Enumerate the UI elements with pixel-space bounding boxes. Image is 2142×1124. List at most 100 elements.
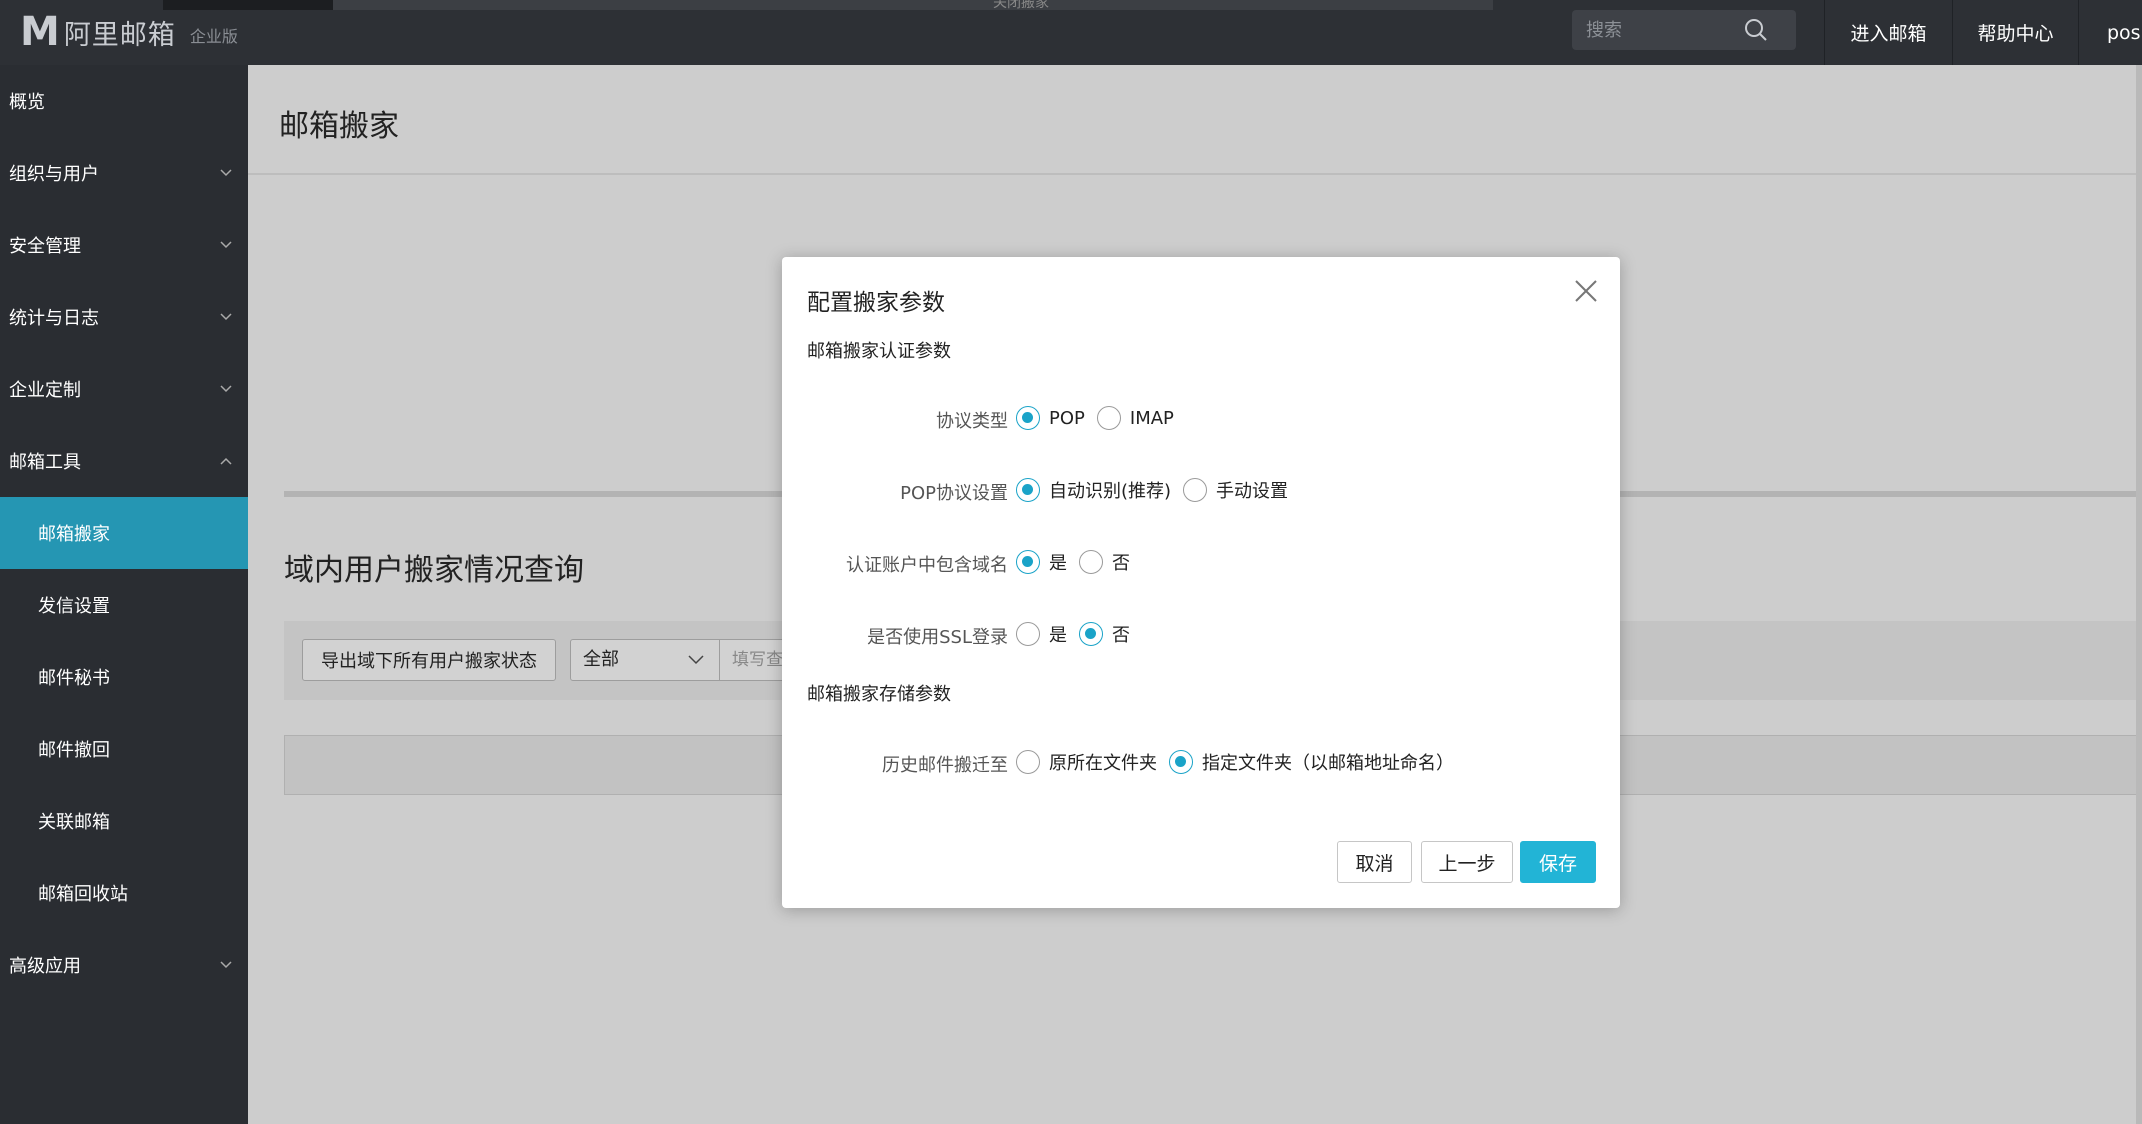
sidebar-item-linked-mailbox[interactable]: 关联邮箱 bbox=[0, 785, 248, 857]
sidebar-item-mail-migration[interactable]: 邮箱搬家 bbox=[0, 497, 248, 569]
top-tab-active[interactable] bbox=[163, 0, 333, 10]
radio-label: 是 bbox=[1049, 625, 1067, 646]
sidebar-item-label: 概览 bbox=[9, 92, 45, 113]
radio-button[interactable] bbox=[1096, 406, 1121, 430]
title-divider bbox=[248, 173, 2136, 175]
radio-label: 指定文件夹（以邮箱地址命名） bbox=[1202, 753, 1454, 774]
radio-option-pop[interactable]: POP bbox=[1016, 406, 1085, 430]
radio-button[interactable] bbox=[1169, 750, 1193, 774]
field-label: 协议类型 bbox=[936, 411, 1008, 432]
ssl-login-row: 是否使用SSL登录 是 否 bbox=[782, 619, 1620, 649]
radio-button[interactable] bbox=[1016, 478, 1040, 502]
logo-mark: M bbox=[20, 9, 60, 55]
top-header: 关闭搬家 M 阿里邮箱 企业版 进入邮箱 帮助中心 pos bbox=[0, 0, 2142, 65]
chevron-down-icon bbox=[220, 961, 232, 969]
logo[interactable]: M 阿里邮箱 企业版 bbox=[20, 12, 238, 52]
chevron-down-icon bbox=[220, 169, 232, 177]
radio-option-auto[interactable]: 自动识别(推荐) bbox=[1016, 477, 1171, 503]
radio-option-imap[interactable]: IMAP bbox=[1096, 406, 1174, 430]
sidebar-item-label: 邮箱回收站 bbox=[38, 884, 128, 905]
radio-option-no[interactable]: 否 bbox=[1079, 549, 1130, 575]
sidebar-item-recycle-bin[interactable]: 邮箱回收站 bbox=[0, 857, 248, 929]
user-account-link[interactable]: pos bbox=[2078, 0, 2142, 65]
sidebar-item-label: 邮件秘书 bbox=[38, 668, 110, 689]
status-filter-select[interactable]: 全部 bbox=[570, 639, 720, 681]
radio-label: 否 bbox=[1112, 625, 1130, 646]
sidebar-item-label: 邮箱搬家 bbox=[38, 524, 110, 545]
chevron-down-icon bbox=[688, 655, 704, 665]
sidebar-item-overview[interactable]: 概览 bbox=[0, 65, 248, 137]
radio-label: 手动设置 bbox=[1216, 481, 1289, 502]
config-migration-dialog: 配置搬家参数 邮箱搬家认证参数 协议类型 POP IMAP POP协议设置 自动… bbox=[782, 257, 1620, 908]
export-status-button[interactable]: 导出域下所有用户搬家状态 bbox=[302, 639, 556, 681]
field-label: POP协议设置 bbox=[900, 483, 1008, 504]
radio-label: IMAP bbox=[1129, 407, 1174, 429]
top-tab-strip: 关闭搬家 bbox=[163, 0, 1493, 11]
query-input[interactable]: 填写查 bbox=[720, 639, 790, 681]
chevron-up-icon bbox=[220, 457, 232, 465]
previous-step-button[interactable]: 上一步 bbox=[1421, 841, 1513, 883]
sidebar-item-security[interactable]: 安全管理 bbox=[0, 209, 248, 281]
field-label: 历史邮件搬迁至 bbox=[882, 755, 1008, 776]
radio-option-no[interactable]: 否 bbox=[1079, 621, 1130, 647]
sidebar-item-label: 安全管理 bbox=[9, 236, 81, 257]
radio-button[interactable] bbox=[1016, 550, 1040, 574]
sidebar-item-label: 高级应用 bbox=[9, 956, 81, 977]
radio-option-yes[interactable]: 是 bbox=[1016, 549, 1067, 575]
search-icon[interactable] bbox=[1744, 18, 1768, 42]
radio-label: 自动识别(推荐) bbox=[1049, 481, 1172, 502]
enter-mailbox-link[interactable]: 进入邮箱 bbox=[1824, 0, 1952, 65]
page-title: 邮箱搬家 bbox=[279, 109, 399, 144]
account-domain-row: 认证账户中包含域名 是 否 bbox=[782, 547, 1620, 577]
radio-label: 否 bbox=[1112, 553, 1130, 574]
sidebar-item-customization[interactable]: 企业定制 bbox=[0, 353, 248, 425]
protocol-type-row: 协议类型 POP IMAP bbox=[782, 403, 1620, 433]
sidebar-item-label: 企业定制 bbox=[9, 380, 81, 401]
radio-button[interactable] bbox=[1079, 550, 1103, 574]
chevron-down-icon bbox=[220, 241, 232, 249]
sidebar-item-advanced[interactable]: 高级应用 bbox=[0, 929, 248, 1001]
top-strip-text: 关闭搬家 bbox=[993, 0, 1049, 11]
radio-label: 是 bbox=[1049, 553, 1067, 574]
search-box[interactable] bbox=[1572, 10, 1796, 50]
radio-button[interactable] bbox=[1079, 622, 1103, 646]
radio-button[interactable] bbox=[1016, 406, 1040, 430]
radio-button[interactable] bbox=[1016, 622, 1040, 646]
save-button[interactable]: 保存 bbox=[1520, 841, 1596, 883]
radio-option-manual[interactable]: 手动设置 bbox=[1183, 477, 1288, 503]
status-filter-value: 全部 bbox=[583, 649, 619, 670]
sidebar: 概览 组织与用户 安全管理 统计与日志 企业定制 邮箱工具 邮箱搬家 发信设置 … bbox=[0, 65, 248, 1124]
logo-edition: 企业版 bbox=[189, 27, 238, 46]
auth-section-title: 邮箱搬家认证参数 bbox=[807, 341, 951, 362]
sidebar-item-label: 发信设置 bbox=[38, 596, 110, 617]
radio-option-yes[interactable]: 是 bbox=[1016, 621, 1067, 647]
sidebar-item-mail-secretary[interactable]: 邮件秘书 bbox=[0, 641, 248, 713]
radio-option-named-folder[interactable]: 指定文件夹（以邮箱地址命名） bbox=[1169, 749, 1454, 775]
radio-button[interactable] bbox=[1016, 750, 1040, 774]
radio-option-original-folder[interactable]: 原所在文件夹 bbox=[1016, 749, 1157, 775]
sidebar-item-label: 邮箱工具 bbox=[9, 452, 81, 473]
sidebar-item-label: 组织与用户 bbox=[9, 164, 99, 185]
sidebar-item-mail-tools[interactable]: 邮箱工具 bbox=[0, 425, 248, 497]
sidebar-item-label: 统计与日志 bbox=[9, 308, 99, 329]
scrollbar-track[interactable] bbox=[2136, 65, 2142, 1124]
cancel-button[interactable]: 取消 bbox=[1337, 841, 1412, 883]
sidebar-item-mail-recall[interactable]: 邮件撤回 bbox=[0, 713, 248, 785]
close-icon[interactable] bbox=[1572, 277, 1600, 305]
search-input[interactable] bbox=[1586, 18, 1746, 42]
chevron-down-icon bbox=[220, 385, 232, 393]
query-section-title: 域内用户搬家情况查询 bbox=[284, 553, 584, 588]
pop-settings-row: POP协议设置 自动识别(推荐) 手动设置 bbox=[782, 475, 1620, 505]
dialog-title: 配置搬家参数 bbox=[807, 290, 945, 316]
help-center-link[interactable]: 帮助中心 bbox=[1952, 0, 2078, 65]
sidebar-item-org-users[interactable]: 组织与用户 bbox=[0, 137, 248, 209]
sidebar-item-send-settings[interactable]: 发信设置 bbox=[0, 569, 248, 641]
sidebar-item-stats-logs[interactable]: 统计与日志 bbox=[0, 281, 248, 353]
sidebar-item-label: 邮件撤回 bbox=[38, 740, 110, 761]
radio-label: 原所在文件夹 bbox=[1049, 753, 1157, 774]
logo-text: 阿里邮箱 bbox=[63, 19, 176, 51]
history-destination-row: 历史邮件搬迁至 原所在文件夹 指定文件夹（以邮箱地址命名） bbox=[782, 747, 1620, 777]
radio-button[interactable] bbox=[1183, 478, 1208, 502]
field-label: 是否使用SSL登录 bbox=[867, 627, 1008, 648]
field-label: 认证账户中包含域名 bbox=[846, 555, 1008, 576]
